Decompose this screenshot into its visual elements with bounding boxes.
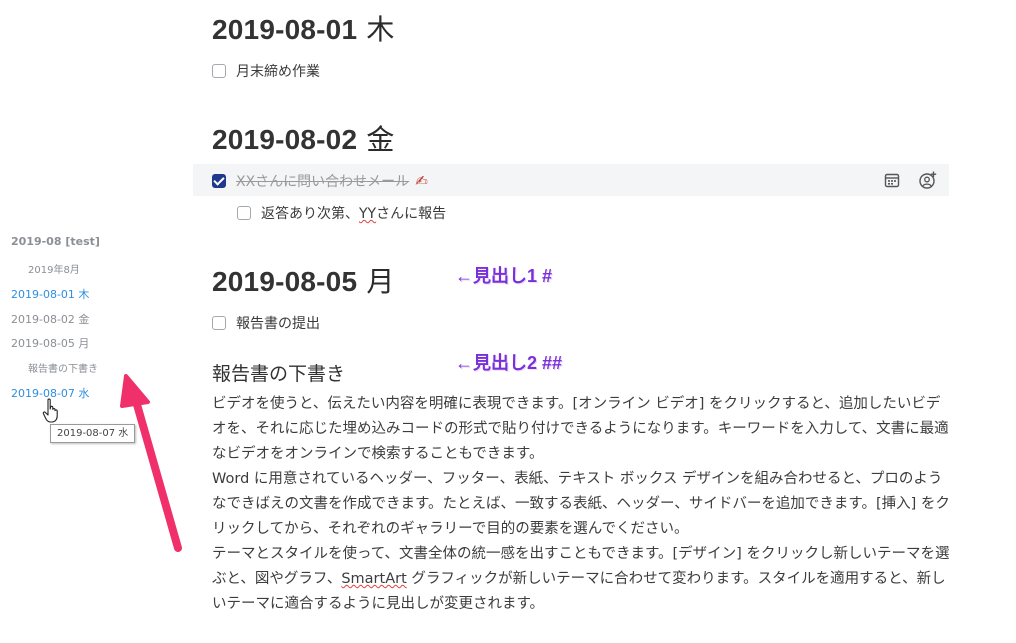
paragraph: ビデオを使うと、伝えたい内容を明確に表現できます。[オンライン ビデオ] をクリ… [212,396,949,462]
subtask-item[interactable]: 返答あり次第、YYさんに報告 [237,203,446,223]
outline-item-0802[interactable]: 2019-08-02 金 [11,311,89,327]
paragraph: Word に用意されているヘッダー、フッター、表紙、テキスト ボックス デザイン… [212,471,950,537]
checkbox-icon[interactable] [212,316,226,330]
outline-item-draft[interactable]: 報告書の下書き [28,360,98,375]
heading-day-0805: 2019-08-05 月 [212,265,395,298]
checkbox-icon[interactable] [212,64,226,78]
task-item[interactable]: 報告書の提出 [212,313,320,333]
checkbox-checked-icon[interactable] [212,174,226,188]
outline-item-0805[interactable]: 2019-08-05 月 [11,335,89,351]
annotation-heading2: ←見出し2 ## [455,353,563,373]
outline-item-0801[interactable]: 2019-08-01 木 [11,286,89,302]
annotation-arrow [120,374,182,552]
section-heading: 報告書の下書き [212,363,346,385]
pen-emoji-icon: ✍ [415,172,428,190]
add-person-icon[interactable] [919,171,937,189]
checkbox-icon[interactable] [237,206,251,220]
task-label: 月末締め作業 [236,64,320,80]
calendar-icon[interactable] [883,171,901,189]
annotation-heading1: ←見出し1 # [455,266,553,286]
paragraph: テーマとスタイルを使って、文書全体の統一感を出すこともできます。[デザイン] を… [212,546,950,612]
body-text[interactable]: ビデオを使うと、伝えたい内容を明確に表現できます。[オンライン ビデオ] をクリ… [212,392,950,617]
task-item-done[interactable]: XXさんに問い合わせメール ✍ [212,171,428,191]
task-label: 報告書の提出 [236,316,320,332]
outline-item-root[interactable]: 2019-08 [test] [11,235,100,248]
task-label: XXさんに問い合わせメール [236,174,410,190]
heading-day-0801: 2019-08-01 木 [212,13,395,46]
heading-day-0802: 2019-08-02 金 [212,123,395,156]
hand-cursor-icon [42,398,58,423]
task-item[interactable]: 月末締め作業 [212,61,320,81]
subtask-label: 返答あり次第、YYさんに報告 [261,206,447,222]
outline-item-month[interactable]: 2019年8月 [28,261,80,276]
